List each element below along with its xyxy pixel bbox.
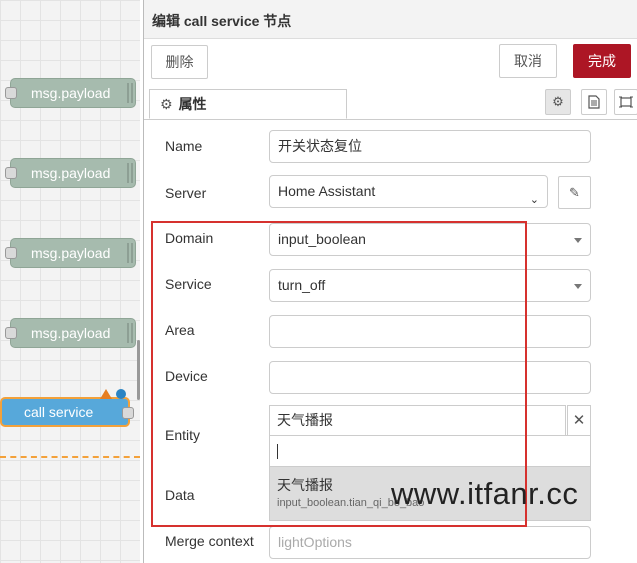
node-label: msg.payload <box>31 165 111 181</box>
delete-button[interactable]: 删除 <box>151 45 208 79</box>
flow-canvas[interactable]: msg.payload msg.payload msg.payload msg.… <box>0 0 140 563</box>
msg-payload-node[interactable]: msg.payload <box>5 78 136 108</box>
gear-icon: ⚙ <box>160 96 173 112</box>
pencil-icon: ✎ <box>569 185 580 200</box>
msg-payload-node[interactable]: msg.payload <box>5 318 136 348</box>
msg-payload-node[interactable]: msg.payload <box>5 158 136 188</box>
tab-label: 属性 <box>178 96 207 112</box>
node-label: msg.payload <box>31 245 111 261</box>
merge-context-input[interactable]: lightOptions <box>269 526 591 559</box>
appearance-icon[interactable] <box>614 89 637 115</box>
output-port[interactable] <box>122 407 134 419</box>
input-port[interactable] <box>5 87 17 99</box>
tab-properties[interactable]: ⚙ 属性 <box>149 89 347 119</box>
name-input[interactable]: 开关状态复位 <box>269 130 591 163</box>
node-label: msg.payload <box>31 325 111 341</box>
caret-down-icon <box>574 238 582 243</box>
node-grip <box>127 243 133 263</box>
status-dot-icon <box>116 389 126 399</box>
gear-icon[interactable]: ⚙ <box>545 89 571 115</box>
node-label: call service <box>24 404 94 420</box>
clear-icon[interactable]: ✕ <box>567 405 591 436</box>
panel-title: 编辑 call service 节点 <box>152 13 292 29</box>
node-grip <box>127 163 133 183</box>
input-port[interactable] <box>5 247 17 259</box>
server-value: Home Assistant <box>278 183 376 199</box>
merge-context-placeholder: lightOptions <box>278 534 352 550</box>
done-button[interactable]: 完成 <box>573 44 631 78</box>
node-label: msg.payload <box>31 85 111 101</box>
node-grip <box>127 83 133 103</box>
canvas-scrollbar[interactable] <box>137 340 140 400</box>
watermark: www.itfanr.cc <box>391 476 579 511</box>
name-label: Name <box>165 138 203 154</box>
caret-down-icon <box>574 284 582 289</box>
msg-payload-node[interactable]: msg.payload <box>5 238 136 268</box>
server-label: Server <box>165 185 207 201</box>
merge-context-label: Merge context <box>165 533 254 549</box>
edit-panel: 编辑 call service 节点 删除 取消 完成 ⚙ 属性 ⚙ Name 开… <box>143 0 637 563</box>
tab-bar: ⚙ 属性 ⚙ <box>144 87 637 120</box>
description-icon[interactable] <box>581 89 607 115</box>
server-select[interactable]: Home Assistant ⌄ <box>269 175 548 208</box>
input-port[interactable] <box>5 167 17 179</box>
input-port[interactable] <box>5 327 17 339</box>
link-wire <box>0 456 140 458</box>
chevron-down-icon: ⌄ <box>529 194 539 206</box>
call-service-node[interactable]: call service <box>0 397 134 427</box>
edit-server-button[interactable]: ✎ <box>558 176 591 209</box>
panel-header: 编辑 call service 节点 <box>144 0 637 39</box>
warning-icon <box>100 389 112 399</box>
cancel-button[interactable]: 取消 <box>499 44 557 78</box>
node-grip <box>127 323 133 343</box>
